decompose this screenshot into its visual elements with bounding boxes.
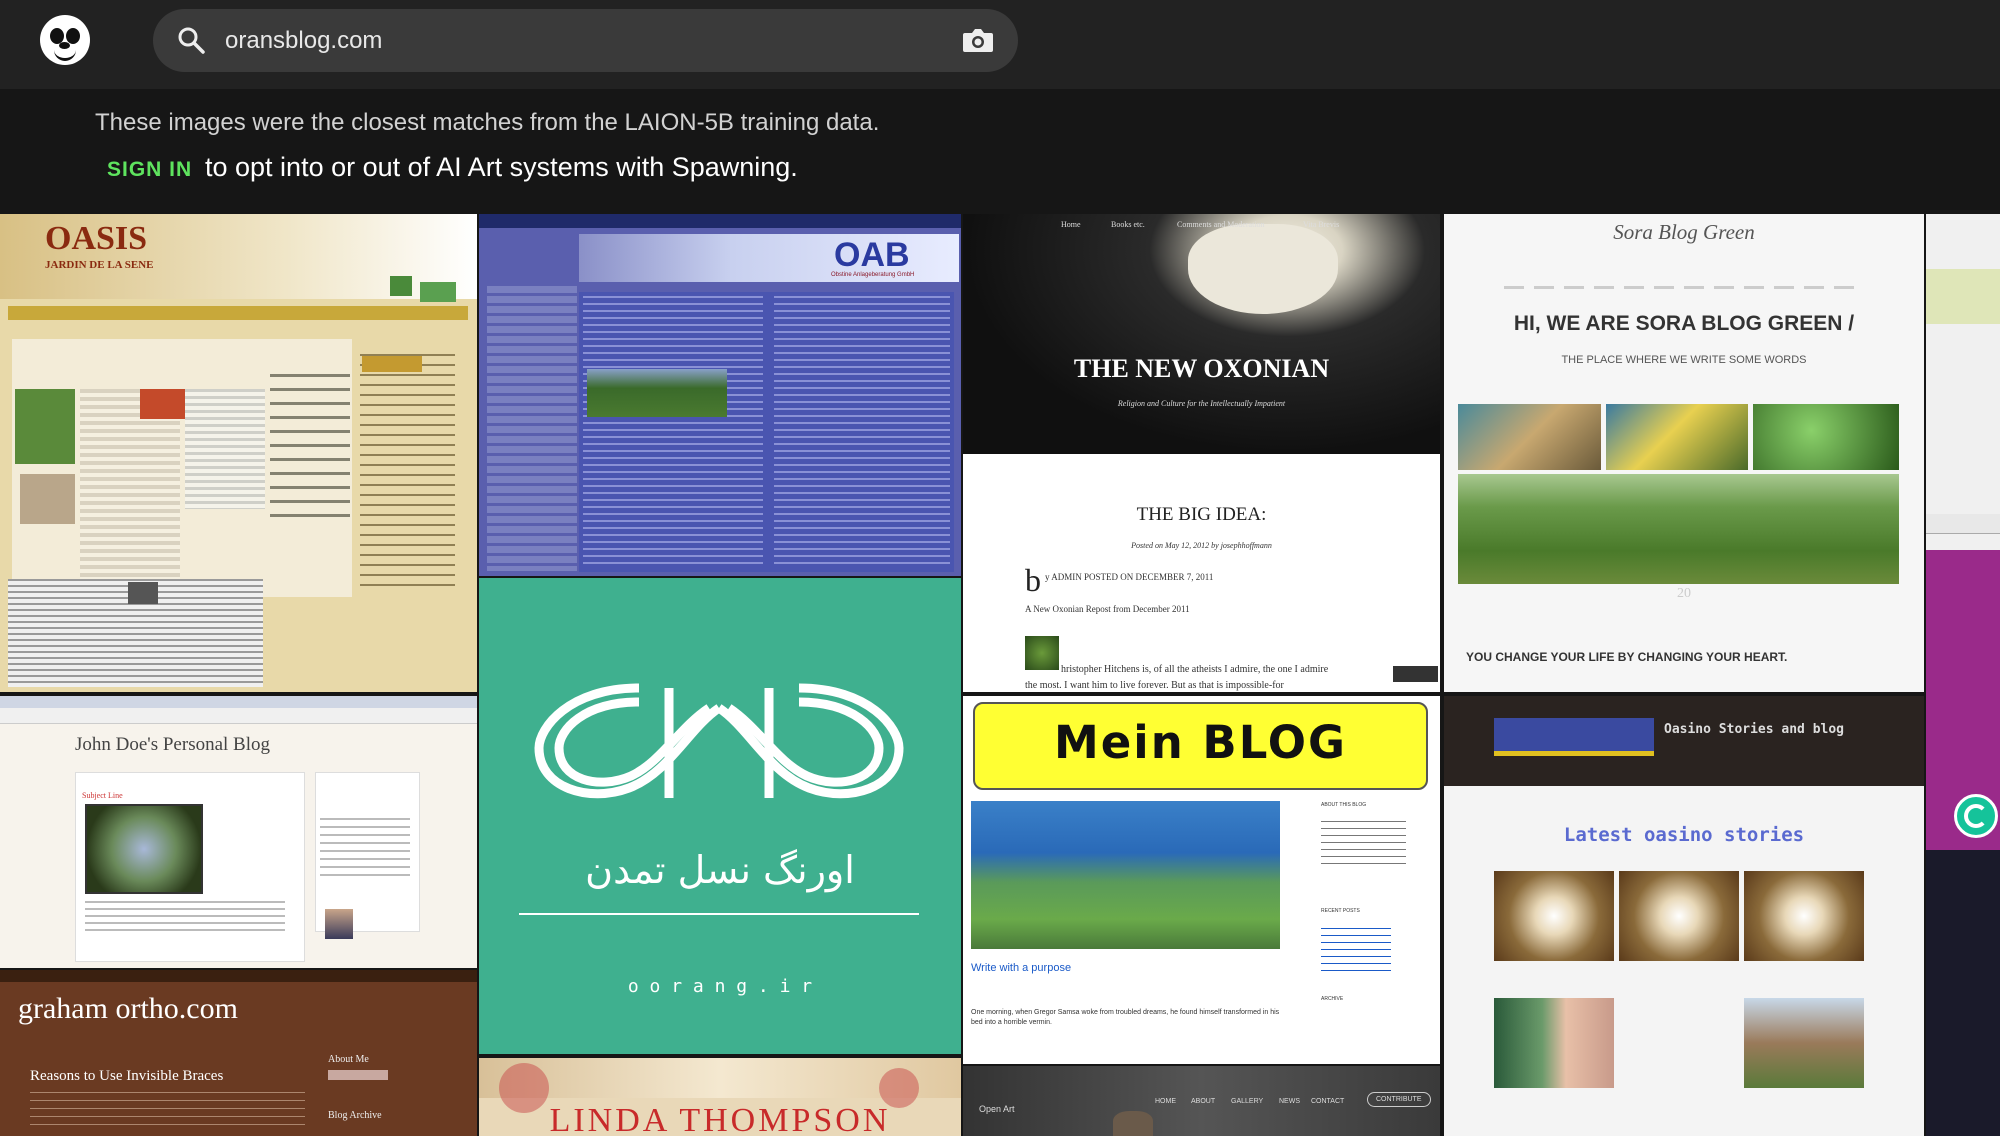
graham-archive: Blog Archive [328,1110,382,1121]
oab-logo: OAB [834,236,910,274]
info-text: These images were the closest matches fr… [95,109,880,136]
result-image-oorang[interactable]: اورنگ نسل تمدن o o r a n g . i r [479,578,961,1054]
sign-in-link[interactable]: SIGN IN [107,158,192,182]
search-input[interactable] [223,21,907,61]
sora-logo: Sora Blog Green [1613,220,1755,244]
oorang-url: o o r a n g . i r [627,976,813,997]
sora-quote: YOU CHANGE YOUR LIFE BY CHANGING YOUR HE… [1466,650,1788,664]
graham-about: About Me [328,1054,369,1065]
john-doe-title: John Doe's Personal Blog [75,734,271,755]
result-image-sora-blog-green[interactable]: Sora Blog Green HI, WE ARE SORA BLOG GRE… [1444,214,1924,692]
logo-eye-right [66,28,80,44]
open-art-nav-1: HOME [1155,1098,1176,1105]
oasis-title: OASIS [45,220,148,257]
oxonian-repost: A New Oxonian Repost from December 2011 [1025,604,1190,614]
oasino-title: Latest oasino stories [1563,824,1805,846]
mein-blog-banner: Mein BLOG [1054,716,1347,769]
panda-logo-icon[interactable] [40,15,90,65]
sora-date: 20 [1677,586,1691,601]
result-image-new-oxonian[interactable]: Home Books etc. Comments and Moderation … [963,214,1440,692]
logo-mouth [54,50,76,61]
oab-tagline: Obstine Anlageberatung GmbH [831,272,915,278]
open-art-nav-4: NEWS [1279,1098,1300,1105]
result-image-partial-edge[interactable] [1926,214,2000,1136]
oasis-subtitle: JARDIN DE LA SENE [45,259,154,271]
result-image-oasis[interactable]: OASIS JARDIN DE LA SENE [0,214,477,692]
open-art-contribute: CONTRIBUTE [1367,1092,1431,1107]
sora-sub: THE PLACE WHERE WE WRITE SOME WORDS [1561,354,1807,366]
result-image-oab[interactable]: OAB Obstine Anlageberatung GmbH [479,214,961,576]
oxonian-byline: y ADMIN POSTED ON DECEMBER 7, 2011 [1045,572,1214,582]
mein-blog-post: Write with a purpose [971,962,1072,974]
search-bar[interactable] [153,9,1018,72]
open-art-nav-5: CONTACT [1311,1098,1345,1105]
result-image-john-doe-blog[interactable]: John Doe's Personal Blog Subject Line [0,696,477,968]
oxonian-text-2: the most. I want him to live forever. Bu… [1025,680,1284,691]
results-grid: OASIS JARDIN DE LA SENE OAB Obstine Anla… [0,214,2000,1136]
mein-blog-side-1: ABOUT THIS BLOG [1321,802,1367,808]
oxonian-nav-1: Home [1061,220,1081,229]
logo-nose [59,42,70,49]
mein-blog-text: One morning, when Gregor Samsa woke from… [971,1009,1280,1026]
result-image-open-art[interactable]: Open Art HOME ABOUT GALLERY NEWS CONTACT… [963,1066,1440,1136]
result-image-oasino-stories[interactable]: Oasino Stories and blog Latest oasino st… [1444,696,1924,1136]
oxonian-nav-4: Vita Brevis [1303,220,1340,229]
opt-in-text: to opt into or out of AI Art systems wit… [205,152,798,182]
oasino-header: Oasino Stories and blog [1664,722,1845,737]
sora-headline: HI, WE ARE SORA BLOG GREEN / [1513,312,1855,335]
graham-title: graham ortho.com [18,992,238,1025]
graham-post: Reasons to Use Invisible Braces [30,1068,224,1084]
result-image-linda-thompson[interactable]: LINDA THOMPSON [479,1058,961,1136]
open-art-nav-2: ABOUT [1191,1098,1216,1105]
mein-blog-side-2: RECENT POSTS [1321,908,1360,914]
oorang-logo-icon [534,683,904,799]
oxonian-subtitle: Religion and Culture for the Intellectua… [1117,399,1286,408]
oxonian-posted: Posted on May 12, 2012 by josephhoffmann [1131,541,1272,550]
top-bar [0,0,2000,89]
camera-icon[interactable] [961,25,995,55]
john-doe-post: Subject Line [82,791,123,800]
oxonian-text-1: hristopher Hitchens is, of all the athei… [1061,664,1329,675]
oxonian-post-title: THE BIG IDEA: [1136,504,1267,525]
oxonian-title: THE NEW OXONIAN [1073,354,1330,383]
linda-title: LINDA THOMPSON [549,1102,891,1136]
open-art-brand: Open Art [979,1104,1015,1114]
info-panel: These images were the closest matches fr… [0,89,2000,214]
oorang-persian-text: اورنگ نسل تمدن [585,848,855,892]
result-image-graham-ortho[interactable]: graham ortho.com Reasons to Use Invisibl… [0,970,477,1136]
search-icon[interactable] [177,26,205,54]
oxonian-nav-3: Comments and Moderation [1177,220,1265,229]
oxonian-nav-2: Books etc. [1111,220,1145,229]
mein-blog-side-3: ARCHIVE [1321,996,1344,1002]
result-image-mein-blog[interactable]: Mein BLOG Write with a purpose One morni… [963,696,1440,1064]
open-art-nav-3: GALLERY [1231,1098,1264,1105]
